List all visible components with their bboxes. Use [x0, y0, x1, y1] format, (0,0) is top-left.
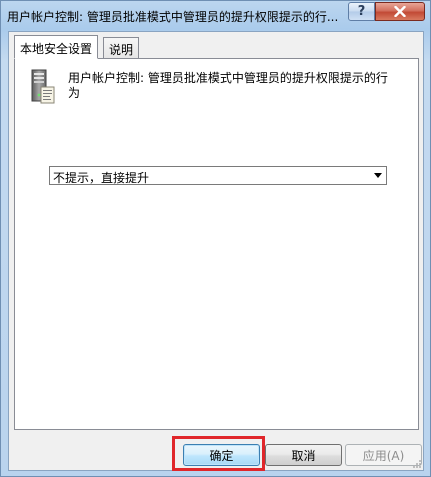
dialog-client-area: 本地安全设置 说明 用户帐户控制: 管理员批准模式中管理员的提升权限提示的行为 …: [8, 31, 424, 471]
window-title: 用户帐户控制: 管理员批准模式中管理员的提升权限提示的行...: [7, 10, 339, 24]
cancel-button-label: 取消: [291, 448, 316, 463]
tab-label: 本地安全设置: [20, 42, 93, 56]
setting-dropdown[interactable]: 不提示，直接提升: [49, 166, 387, 185]
policy-properties-window: 用户帐户控制: 管理员批准模式中管理员的提升权限提示的行... ? 本地安全设置…: [0, 0, 431, 477]
resize-grip-icon[interactable]: [412, 459, 422, 469]
tab-label: 说明: [109, 43, 134, 57]
tab-panel: 用户帐户控制: 管理员批准模式中管理员的提升权限提示的行为 不提示，直接提升: [14, 58, 419, 430]
apply-button[interactable]: 应用(A): [345, 444, 422, 466]
title-bar[interactable]: 用户帐户控制: 管理员批准模式中管理员的提升权限提示的行... ?: [1, 1, 430, 31]
tab-local-security-setting[interactable]: 本地安全设置: [14, 35, 99, 59]
help-icon: ?: [357, 4, 366, 19]
server-policy-icon: [28, 69, 58, 105]
close-button[interactable]: [375, 2, 425, 21]
close-icon: [394, 6, 406, 17]
apply-button-label: 应用(A): [362, 448, 405, 463]
dropdown-selected-value: 不提示，直接提升: [53, 171, 150, 185]
chevron-down-icon[interactable]: [374, 173, 382, 178]
ok-button[interactable]: 确定: [183, 444, 260, 466]
tab-explain[interactable]: 说明: [103, 37, 140, 58]
cancel-button[interactable]: 取消: [265, 444, 342, 466]
ok-button-label: 确定: [209, 448, 234, 463]
help-button[interactable]: ?: [348, 2, 375, 21]
policy-description: 用户帐户控制: 管理员批准模式中管理员的提升权限提示的行为: [68, 71, 388, 100]
